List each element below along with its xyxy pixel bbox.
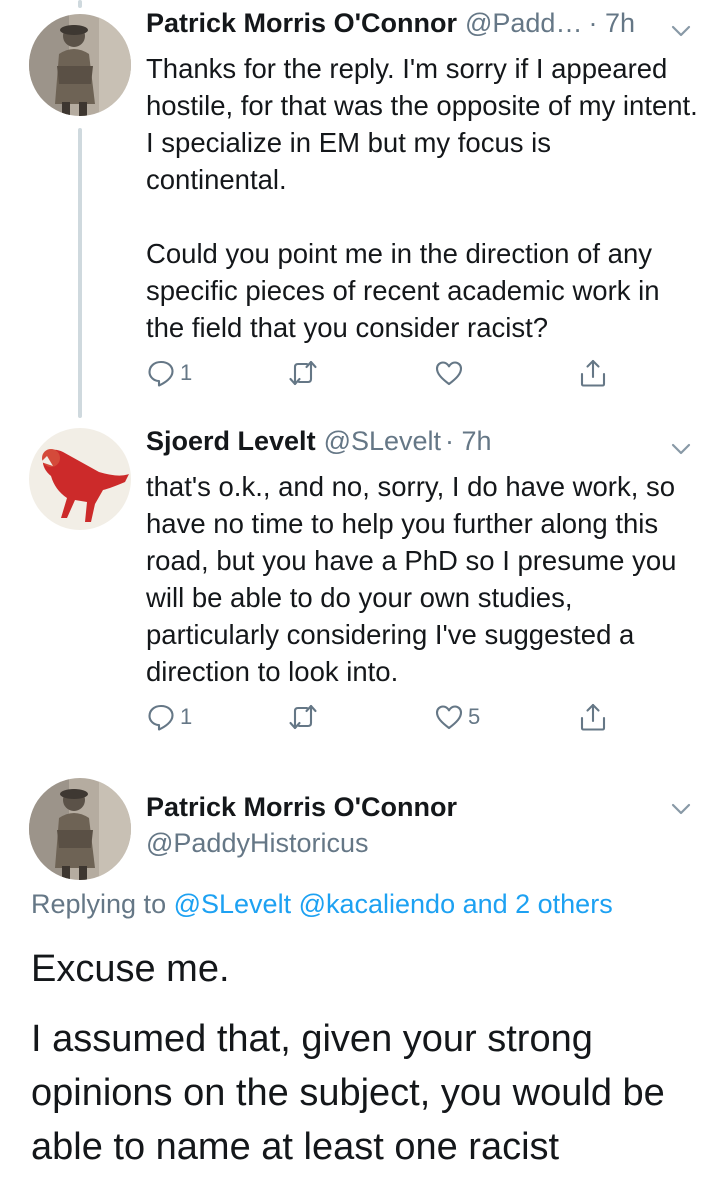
tweet-text: Thanks for the reply. I'm sorry if I app… — [146, 50, 698, 346]
share-button[interactable] — [578, 358, 608, 388]
like-button[interactable]: 5 — [434, 702, 480, 732]
thread-line-top — [78, 0, 82, 8]
tweet-paragraph: that's o.k., and no, sorry, I do have wo… — [146, 471, 677, 687]
tweet-header: Sjoerd Levelt @SLevelt · 7h — [146, 426, 700, 466]
retweet-button[interactable] — [288, 702, 322, 732]
chevron-down-icon[interactable] — [668, 436, 694, 462]
replying-label: Replying to — [31, 889, 167, 919]
retweet-icon — [289, 704, 317, 730]
tweet-paragraph: I assumed that, given your strong opinio… — [31, 1018, 665, 1168]
like-button[interactable] — [434, 358, 468, 388]
main-tweet-text: Excuse me. I assumed that, given your st… — [31, 942, 696, 1174]
reply-button[interactable]: 1 — [146, 358, 192, 388]
user-handle[interactable]: @SLevelt — [324, 426, 441, 457]
display-name[interactable]: Patrick Morris O'Connor — [146, 792, 457, 823]
chevron-down-icon[interactable] — [668, 18, 694, 44]
heart-icon — [435, 361, 463, 386]
tweet-text: that's o.k., and no, sorry, I do have wo… — [146, 468, 698, 690]
tweet-paragraph: Thanks for the reply. I'm sorry if I app… — [146, 53, 698, 195]
timestamp[interactable]: · 7h — [588, 8, 635, 39]
share-button[interactable] — [578, 702, 608, 732]
display-name[interactable]: Sjoerd Levelt — [146, 426, 316, 457]
display-name[interactable]: Patrick Morris O'Connor — [146, 8, 457, 39]
tweet-actions: 1 5 — [146, 702, 616, 736]
replying-mentions-link[interactable]: @SLevelt @kacaliendo and 2 others — [174, 889, 613, 919]
retweet-icon — [289, 360, 317, 386]
share-icon — [580, 703, 606, 731]
tweet-actions: 1 — [146, 358, 616, 392]
reply-count: 1 — [180, 704, 193, 729]
heart-icon — [435, 705, 463, 730]
reply-icon — [148, 704, 174, 731]
chevron-down-icon[interactable] — [668, 796, 694, 822]
like-count: 5 — [468, 704, 481, 729]
tweet-paragraph: Could you point me in the direction of a… — [146, 238, 660, 343]
thread-line — [78, 128, 82, 418]
avatar[interactable] — [29, 778, 131, 880]
avatar[interactable] — [29, 428, 131, 530]
user-handle[interactable]: @Padd… — [465, 8, 582, 39]
avatar[interactable] — [29, 14, 131, 116]
timestamp[interactable]: · 7h — [445, 426, 492, 457]
reply-count: 1 — [180, 360, 193, 385]
share-icon — [580, 359, 606, 387]
reply-button[interactable]: 1 — [146, 702, 192, 732]
reply-icon — [148, 360, 174, 387]
tweet-header: Patrick Morris O'Connor @Padd… · 7h — [146, 8, 700, 48]
user-handle[interactable]: @PaddyHistoricus — [146, 828, 369, 859]
retweet-button[interactable] — [288, 358, 322, 388]
replying-to: Replying to @SLevelt @kacaliendo and 2 o… — [31, 889, 613, 920]
tweet-paragraph: Excuse me. — [31, 948, 230, 990]
